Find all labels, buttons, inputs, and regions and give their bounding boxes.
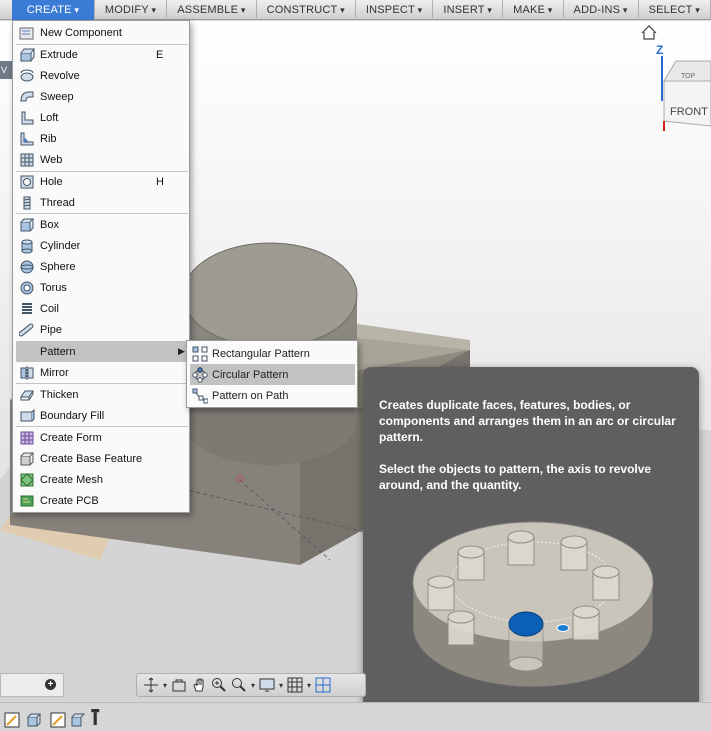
menu-item-revolve[interactable]: Revolve bbox=[16, 65, 186, 86]
hole-icon bbox=[20, 175, 34, 188]
menu-item-web[interactable]: Web bbox=[16, 149, 186, 170]
circular-pattern-icon bbox=[192, 366, 208, 383]
timeline-marker-icon[interactable] bbox=[88, 709, 104, 725]
sphere-icon bbox=[20, 260, 34, 273]
viewcube[interactable]: Z TOP FRONT bbox=[640, 21, 711, 131]
viewcube-top-label: TOP bbox=[681, 73, 696, 80]
menu-item-pipe[interactable]: Pipe bbox=[16, 319, 186, 340]
make-menu-button[interactable]: MAKE bbox=[503, 0, 564, 20]
menu-item-create-pcb[interactable]: Create PCB bbox=[16, 490, 186, 511]
assemble-menu-button[interactable]: ASSEMBLE bbox=[167, 0, 257, 20]
menu-item-box[interactable]: Box bbox=[16, 214, 186, 235]
timeline-sketch-icon-2[interactable] bbox=[50, 712, 66, 728]
modify-menu-button[interactable]: MODIFY bbox=[95, 0, 168, 20]
menu-item-rib[interactable]: Rib bbox=[16, 128, 186, 149]
orbit-dropdown-icon[interactable]: ▾ bbox=[163, 681, 167, 690]
menu-item-pattern[interactable]: Pattern ▶ bbox=[16, 341, 188, 362]
menu-item-thicken[interactable]: Thicken bbox=[16, 384, 186, 405]
menu-item-create-base-feature[interactable]: Create Base Feature bbox=[16, 448, 186, 469]
select-menu-button[interactable]: SELECT bbox=[639, 0, 711, 20]
circular-pattern-preview-image bbox=[412, 521, 654, 688]
insert-menu-button[interactable]: INSERT bbox=[433, 0, 504, 20]
loft-icon bbox=[21, 111, 34, 124]
submenu-item-circular-pattern[interactable]: Circular Pattern bbox=[190, 364, 355, 385]
box-icon bbox=[20, 218, 35, 231]
coil-icon bbox=[22, 302, 32, 314]
pan-icon[interactable] bbox=[191, 677, 207, 693]
browser-panel-collapsed[interactable]: + bbox=[0, 673, 64, 697]
timeline-extrude-icon-2[interactable] bbox=[70, 712, 86, 728]
create-pcb-icon bbox=[20, 495, 34, 506]
grid-dropdown-icon[interactable]: ▾ bbox=[307, 681, 311, 690]
torus-icon bbox=[20, 281, 34, 294]
web-icon bbox=[20, 153, 34, 166]
pattern-on-path-icon bbox=[192, 388, 208, 403]
menu-item-sweep[interactable]: Sweep bbox=[16, 86, 186, 107]
create-base-feature-icon bbox=[20, 452, 35, 465]
navigation-bar: ▾ ▾ ▾ ▾ bbox=[136, 673, 366, 697]
z-axis-label: Z bbox=[656, 43, 663, 57]
menu-item-create-mesh[interactable]: Create Mesh bbox=[16, 469, 186, 490]
submenu-item-pattern-on-path[interactable]: Pattern on Path bbox=[190, 385, 355, 406]
menu-item-thread[interactable]: Thread bbox=[16, 192, 186, 213]
command-tooltip: Creates duplicate faces, features, bodie… bbox=[363, 367, 699, 723]
zoom-window-icon[interactable] bbox=[231, 677, 247, 693]
main-toolbar: CREATE MODIFY ASSEMBLE CONSTRUCT INSPECT… bbox=[0, 0, 711, 20]
tooltip-instructions: Select the objects to pattern, the axis … bbox=[379, 462, 652, 492]
create-menu-button[interactable]: CREATE bbox=[12, 0, 95, 20]
look-at-icon[interactable] bbox=[171, 677, 187, 693]
timeline-extrude-icon[interactable] bbox=[26, 712, 42, 728]
menu-item-sphere[interactable]: Sphere bbox=[16, 256, 186, 277]
sweep-icon bbox=[20, 91, 34, 101]
menu-item-coil[interactable]: Coil bbox=[16, 298, 186, 319]
construct-menu-button[interactable]: CONSTRUCT bbox=[257, 0, 356, 20]
extrude-icon bbox=[20, 48, 35, 61]
create-dropdown-menu: New Component Extrude E Revolve Sweep Lo… bbox=[12, 20, 190, 513]
timeline-bar bbox=[0, 702, 711, 731]
home-icon[interactable] bbox=[641, 25, 657, 40]
boundary-fill-icon bbox=[20, 408, 35, 421]
thread-icon bbox=[23, 196, 31, 209]
rib-icon bbox=[20, 132, 34, 145]
rectangular-pattern-icon bbox=[192, 346, 208, 361]
plus-icon[interactable]: + bbox=[45, 679, 56, 690]
thicken-icon bbox=[20, 390, 34, 400]
menu-item-new-component[interactable]: New Component bbox=[16, 22, 186, 43]
menu-item-torus[interactable]: Torus bbox=[16, 277, 186, 298]
pattern-submenu: Rectangular Pattern Circular Pattern Pat… bbox=[186, 340, 358, 408]
viewports-icon[interactable] bbox=[315, 677, 331, 693]
zoom-icon[interactable] bbox=[211, 677, 227, 693]
revolve-icon bbox=[20, 69, 34, 81]
inspect-menu-button[interactable]: INSPECT bbox=[356, 0, 434, 20]
display-dropdown-icon[interactable]: ▾ bbox=[279, 681, 283, 690]
menu-item-hole[interactable]: Hole H bbox=[16, 171, 186, 192]
add-ins-menu-button[interactable]: ADD-INS bbox=[564, 0, 639, 20]
mirror-icon bbox=[20, 365, 34, 380]
create-form-icon bbox=[20, 431, 34, 444]
menu-item-extrude[interactable]: Extrude E bbox=[16, 44, 186, 65]
submenu-item-rectangular-pattern[interactable]: Rectangular Pattern bbox=[190, 343, 355, 364]
menu-item-mirror[interactable]: Mirror bbox=[16, 362, 186, 383]
menu-item-boundary-fill[interactable]: Boundary Fill bbox=[16, 405, 186, 426]
menu-item-loft[interactable]: Loft bbox=[16, 107, 186, 128]
display-settings-icon[interactable] bbox=[259, 677, 275, 693]
zoom-dropdown-icon[interactable]: ▾ bbox=[251, 681, 255, 690]
tooltip-description: Creates duplicate faces, features, bodie… bbox=[379, 398, 676, 444]
viewcube-side-tab[interactable]: V bbox=[0, 61, 12, 79]
new-component-icon bbox=[19, 27, 34, 39]
pipe-icon bbox=[19, 323, 34, 336]
grid-icon[interactable] bbox=[287, 677, 303, 693]
timeline-sketch-icon[interactable] bbox=[4, 712, 20, 728]
menu-item-cylinder[interactable]: Cylinder bbox=[16, 235, 186, 256]
orbit-icon[interactable] bbox=[143, 677, 159, 693]
viewcube-front-label: FRONT bbox=[670, 106, 708, 118]
menu-item-create-form[interactable]: Create Form bbox=[16, 427, 186, 448]
create-mesh-icon bbox=[20, 472, 34, 487]
cylinder-icon bbox=[21, 239, 33, 253]
